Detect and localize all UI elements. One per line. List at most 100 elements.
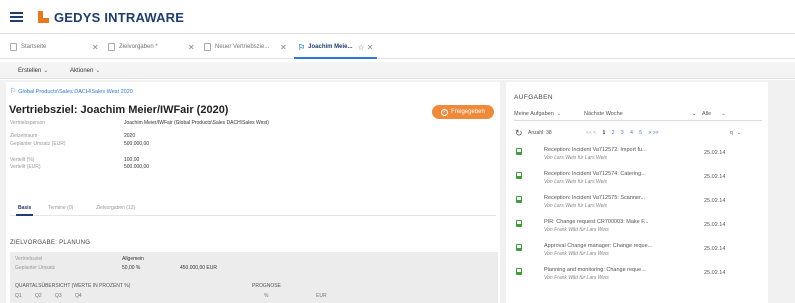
task-item[interactable]: Approval Change manager: Change reque...… xyxy=(514,240,762,262)
task-item[interactable]: PIR: Change request CR700003: Make F... … xyxy=(514,216,762,238)
task-title: PIR: Change request CR700003: Make F... xyxy=(544,219,649,225)
actions-label: Aktionen xyxy=(70,68,94,74)
task-date: 25.02.14 xyxy=(704,198,726,204)
active-subtab-indicator xyxy=(16,214,34,216)
close-icon[interactable]: ✕ xyxy=(92,43,99,52)
breadcrumb[interactable]: ⚐ Global Products\Sales DACH\Sales West 2… xyxy=(10,87,133,95)
task-subtitle: Von Lars Weis für Lars Weis xyxy=(544,179,607,185)
task-subtitle: Von Frank Wild für Lars Weis xyxy=(544,227,609,233)
task-icon xyxy=(516,196,522,203)
chevron-down-icon[interactable]: ⌄ xyxy=(692,111,697,117)
subtab-basis[interactable]: Basis xyxy=(16,205,34,216)
planung-amount: 450.000,00 EUR xyxy=(180,265,217,271)
prognose-col: % xyxy=(264,293,269,299)
tab-neuer-vertriebsziel[interactable]: Neuer Vertriebszie... ✕ xyxy=(204,35,287,59)
tab-label: Zielvorgaben * xyxy=(119,44,158,50)
quarter-col: Q3 xyxy=(55,293,62,299)
divider xyxy=(514,120,762,121)
field-label: Geplanter Umsatz (EUR) xyxy=(10,141,66,147)
task-subtitle: Von Lars Weis für Lars Weis xyxy=(544,203,607,209)
task-item[interactable]: Reception: Incident Va712575: Scanner...… xyxy=(514,192,762,214)
field-value: 100,00 xyxy=(124,157,140,163)
chevron-down-icon: ⌄ xyxy=(721,111,726,117)
all-filter-select[interactable]: Alle ⌄ xyxy=(702,111,726,117)
subtab-label: Zielvorgaben (12) xyxy=(96,205,136,211)
task-title: Approval Change manager: Change reque... xyxy=(544,243,653,249)
pager-page[interactable]: 4 xyxy=(630,130,633,136)
tab-label: Neuer Vertriebszie... xyxy=(215,44,270,50)
record-subtabs: Basis Termine (0) Zielvorgaben (12) xyxy=(10,202,496,216)
tab-label: Startseite xyxy=(21,44,47,50)
actions-menu-button[interactable]: Aktionen ⌄ xyxy=(70,67,100,74)
task-title: Reception: Incident Va712574: Catering..… xyxy=(544,171,646,177)
field-label: Verteilt (EUR) xyxy=(10,164,41,170)
close-icon[interactable]: ✕ xyxy=(188,43,195,52)
create-menu-button[interactable]: Erstellen ⌄ xyxy=(18,67,48,74)
sort-select[interactable]: q ⌄ xyxy=(730,130,741,136)
pager-prev[interactable]: << < xyxy=(586,130,596,136)
app-header: GEDYS INTRAWARE xyxy=(0,0,795,34)
tab-joachim-meier[interactable]: ⚐ Joachim Meie... ☆ ✕ xyxy=(294,35,378,59)
star-icon[interactable]: ☆ xyxy=(358,43,365,52)
check-icon: ✓ xyxy=(441,108,449,116)
chevron-down-icon: ⌄ xyxy=(556,111,562,117)
field-value: 2020 xyxy=(124,133,136,139)
record-card: ⚐ Global Products\Sales DACH\Sales West 2… xyxy=(6,82,500,303)
page-title: Vertriebsziel: Joachim Meier/IWFair (202… xyxy=(9,104,229,116)
field-label: Verteilt (%) xyxy=(10,157,35,163)
task-title: Planning and monitoring: Change reque... xyxy=(544,267,646,273)
task-date: 25.02.14 xyxy=(704,246,726,252)
pager-page[interactable]: 1 xyxy=(603,130,606,136)
pager-page[interactable]: 2 xyxy=(612,130,615,136)
chevron-down-icon: ⌄ xyxy=(736,130,741,136)
planung-percent: 50,00 % xyxy=(122,265,141,271)
field-value: Joachim Meier/IWFair (Global Products\Sa… xyxy=(124,120,269,126)
task-subtitle: Von Frank Wild für Lars Weis xyxy=(544,275,609,281)
task-icon xyxy=(516,244,522,251)
pager-next[interactable]: > >> xyxy=(648,130,658,136)
subtab-termine[interactable]: Termine (0) xyxy=(48,205,73,211)
page-icon xyxy=(10,43,17,51)
toolbar: Erstellen ⌄ Aktionen ⌄ xyxy=(0,62,795,79)
pagination: << < 1 2 3 4 5 > >> xyxy=(586,130,664,136)
tab-zielvorgaben[interactable]: Zielvorgaben * ✕ xyxy=(108,35,195,59)
task-count: Anzahl: 38 xyxy=(528,130,552,136)
close-icon[interactable]: ✕ xyxy=(280,43,287,52)
app-name: GEDYS INTRAWARE xyxy=(54,10,185,25)
subtab-label: Termine (0) xyxy=(48,205,74,211)
create-label: Erstellen xyxy=(18,68,42,74)
close-icon[interactable]: ✕ xyxy=(367,43,374,52)
task-icon xyxy=(516,220,522,227)
task-title: Reception: Incident Va712572: Import fu.… xyxy=(544,147,647,153)
period-filter-label: Nächste Woche xyxy=(584,111,623,117)
task-title: Reception: Incident Va712575: Scanner... xyxy=(544,195,646,201)
field-label: Vertriebsperson xyxy=(10,120,46,126)
field-value: 500.000,00 xyxy=(124,141,150,147)
subtab-zielvorgaben[interactable]: Zielvorgaben (12) xyxy=(96,205,135,211)
owner-filter-label: Meine Aufgaben xyxy=(514,111,554,117)
status-label: Freigegeben xyxy=(451,109,485,115)
gedys-logo-icon xyxy=(38,11,49,23)
task-item[interactable]: Reception: Incident Va712574: Catering..… xyxy=(514,168,762,190)
active-tab-indicator xyxy=(294,57,378,59)
task-date: 25.02.14 xyxy=(704,174,726,180)
planung-value: Allgemein xyxy=(122,256,144,262)
flag-icon: ⚐ xyxy=(298,42,306,52)
pager-page[interactable]: 3 xyxy=(621,130,624,136)
pager-page[interactable]: 5 xyxy=(639,130,642,136)
task-item[interactable]: Planning and monitoring: Change reque...… xyxy=(514,264,762,286)
status-button[interactable]: ✓ Freigegeben xyxy=(432,105,494,119)
owner-filter-select[interactable]: Meine Aufgaben ⌄ xyxy=(514,111,561,117)
planung-panel: Vertriebsziel Allgemein Geplanter Umsatz… xyxy=(10,252,498,303)
period-filter-select[interactable]: Nächste Woche xyxy=(584,111,623,117)
breadcrumb-text: Global Products\Sales DACH\Sales West 20… xyxy=(18,89,133,95)
menu-icon[interactable] xyxy=(10,12,23,22)
tab-startseite[interactable]: Startseite ✕ xyxy=(10,35,99,59)
all-filter-label: Alle xyxy=(702,111,712,117)
section-title: ZIELVORGABE: PLANUNG xyxy=(10,240,91,246)
tab-label: Joachim Meie... xyxy=(308,44,353,50)
refresh-icon[interactable]: ↻ xyxy=(515,128,523,139)
task-item[interactable]: Reception: Incident Va712572: Import fu.… xyxy=(514,144,762,166)
task-subtitle: Von Frank Wild für Lars Weis xyxy=(544,251,609,257)
page-icon xyxy=(108,43,115,51)
